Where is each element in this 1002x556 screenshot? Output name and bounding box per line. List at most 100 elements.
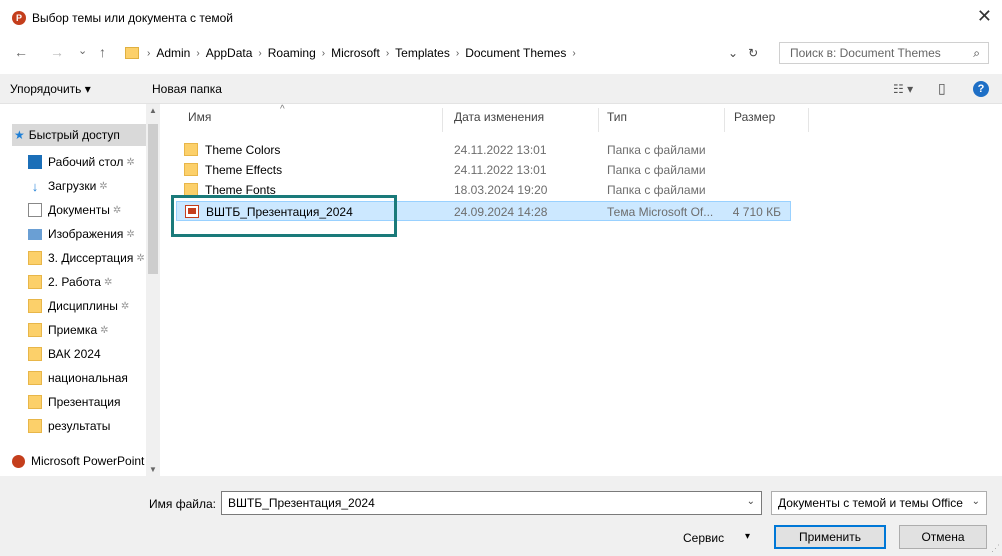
breadcrumb-sep: › (455, 47, 460, 59)
folder-icon (28, 299, 42, 313)
pin-icon[interactable]: ✲ (126, 229, 134, 240)
breadcrumb-document-themes[interactable]: Document Themes (465, 46, 566, 60)
column-divider[interactable] (808, 108, 809, 132)
back-arrow-icon[interactable]: ← (14, 44, 28, 60)
filetype-select[interactable]: Документы с темой и темы Office ⌄ (771, 491, 987, 515)
sidebar-item-acceptance[interactable]: Приемка ✲ (28, 319, 146, 341)
breadcrumb-sep[interactable]: › (572, 48, 575, 59)
column-header-name[interactable]: Имя (188, 110, 211, 124)
pin-icon[interactable]: ✲ (100, 325, 108, 336)
preview-pane-icon[interactable]: ▯ (938, 80, 946, 97)
column-divider[interactable] (724, 108, 725, 132)
table-row[interactable]: Theme Colors 24.11.2022 13:01 Папка с фа… (176, 140, 791, 160)
breadcrumb-admin[interactable]: Admin (156, 46, 190, 60)
column-divider[interactable] (598, 108, 599, 132)
file-date: 18.03.2024 19:20 (454, 183, 548, 197)
filename-field[interactable]: ВШТБ_Презентация_2024 ⌄ (221, 491, 762, 515)
folder-icon (184, 163, 198, 176)
sidebar-item-presentation[interactable]: Презентация (28, 391, 146, 413)
recent-locations-icon[interactable]: ⌄ (78, 44, 87, 57)
breadcrumb-sep: › (385, 47, 390, 59)
sidebar-item-work[interactable]: 2. Работа ✲ (28, 271, 146, 293)
column-header-size[interactable]: Размер (734, 110, 775, 124)
scroll-up-icon[interactable]: ▲ (149, 106, 157, 115)
file-type: Тема Microsoft Of... (607, 205, 714, 219)
address-dropdown-icon[interactable]: ⌄ (728, 46, 738, 60)
table-row[interactable]: Theme Effects 24.11.2022 13:01 Папка с ф… (176, 160, 791, 180)
sidebar-item-results[interactable]: результаты (28, 415, 146, 437)
powerpoint-icon (12, 454, 25, 468)
sidebar-item-label: Презентация (48, 395, 121, 409)
star-icon: ★ (14, 128, 25, 142)
breadcrumb-templates[interactable]: Templates (395, 46, 450, 60)
sidebar-item-vak[interactable]: ВАК 2024 (28, 343, 146, 365)
sidebar-item-label: Загрузки (48, 179, 97, 193)
sidebar-item-label: Дисциплины (48, 299, 118, 313)
folder-icon (28, 251, 42, 265)
sidebar-item-label: 3. Диссертация (48, 251, 134, 265)
powerpoint-icon: P (12, 11, 26, 25)
chevron-down-icon[interactable]: ⌄ (971, 496, 980, 507)
breadcrumb-roaming[interactable]: Roaming (268, 46, 316, 60)
search-icon[interactable]: ⌕ (973, 46, 980, 61)
pin-icon[interactable]: ✲ (113, 205, 121, 216)
sidebar-item-desktop[interactable]: Рабочий стол ✲ (28, 151, 146, 173)
sidebar-item-documents[interactable]: Документы ✲ (28, 199, 146, 221)
window-title: Выбор темы или документа с темой (32, 11, 234, 25)
sidebar-item-pictures[interactable]: Изображения ✲ (28, 223, 146, 245)
sidebar-item-downloads[interactable]: ↓ Загрузки ✲ (28, 175, 146, 197)
forward-arrow-icon[interactable]: → (50, 44, 64, 60)
column-header-date[interactable]: Дата изменения (454, 110, 544, 124)
search-input[interactable]: Поиск в: Document Themes ⌕ (779, 42, 989, 64)
breadcrumb-sep: › (321, 47, 326, 59)
column-divider[interactable] (442, 108, 443, 132)
desktop-icon (28, 155, 42, 169)
breadcrumb-sep: › (258, 47, 262, 59)
pin-icon[interactable]: ✲ (136, 253, 144, 264)
folder-icon (28, 419, 42, 433)
documents-icon (28, 203, 42, 217)
view-options-icon[interactable]: ☷ ▾ (893, 82, 913, 96)
sidebar-scrollbar[interactable]: ▲ ▼ (146, 104, 160, 476)
file-date: 24.09.2024 14:28 (454, 205, 548, 219)
breadcrumb-appdata[interactable]: AppData (206, 46, 253, 60)
tools-dropdown-icon[interactable]: ▾ (745, 531, 750, 542)
file-type: Папка с файлами (607, 183, 706, 197)
download-icon: ↓ (31, 179, 39, 194)
filename-value: ВШТБ_Презентация_2024 (228, 496, 375, 510)
sidebar-item-disciplines[interactable]: Дисциплины ✲ (28, 295, 146, 317)
address-bar[interactable]: › Admin › AppData › Roaming › Microsoft … (125, 42, 773, 64)
sidebar-item-quick-access[interactable]: ★ Быстрый доступ (12, 124, 147, 146)
up-arrow-icon[interactable]: ↑ (99, 44, 106, 60)
refresh-icon[interactable]: ↻ (748, 46, 758, 60)
pin-icon[interactable]: ✲ (104, 277, 112, 288)
filename-label: Имя файла: (149, 497, 216, 511)
title-bar: P Выбор темы или документа с темой ✕ (0, 0, 1002, 36)
pin-icon[interactable]: ✲ (121, 301, 129, 312)
new-folder-button[interactable]: Новая папка (152, 82, 222, 96)
apply-button[interactable]: Применить (774, 525, 886, 549)
search-placeholder: Поиск в: Document Themes (790, 46, 941, 60)
column-header-type[interactable]: Тип (607, 110, 627, 124)
scroll-down-icon[interactable]: ▼ (149, 465, 157, 474)
pin-icon[interactable]: ✲ (126, 157, 134, 168)
sidebar-item-dissertation[interactable]: 3. Диссертация ✲ (28, 247, 146, 269)
chevron-down-icon[interactable]: ⌄ (747, 496, 755, 507)
sidebar-item-national[interactable]: национальная (28, 367, 146, 389)
sidebar-item-powerpoint[interactable]: Microsoft PowerPoint (12, 450, 146, 472)
organize-button[interactable]: Упорядочить ▾ (10, 82, 91, 96)
file-date: 24.11.2022 13:01 (454, 143, 547, 157)
close-icon[interactable]: ✕ (977, 6, 992, 26)
pin-icon[interactable]: ✲ (99, 181, 107, 192)
cancel-button[interactable]: Отмена (899, 525, 987, 549)
sidebar-item-label: Изображения (48, 227, 124, 241)
navigation-pane: ★ Быстрый доступ Рабочий стол ✲ ↓ Загруз… (0, 104, 160, 476)
tools-button[interactable]: Сервис (683, 531, 724, 545)
breadcrumb-microsoft[interactable]: Microsoft (331, 46, 380, 60)
scroll-thumb[interactable] (148, 124, 158, 274)
resize-grip-icon[interactable]: ⋰ (991, 543, 1000, 554)
help-icon[interactable]: ? (973, 81, 989, 97)
sidebar-item-label: результаты (48, 419, 111, 433)
folder-icon (28, 347, 42, 361)
sidebar-item-label: 2. Работа (48, 275, 101, 289)
